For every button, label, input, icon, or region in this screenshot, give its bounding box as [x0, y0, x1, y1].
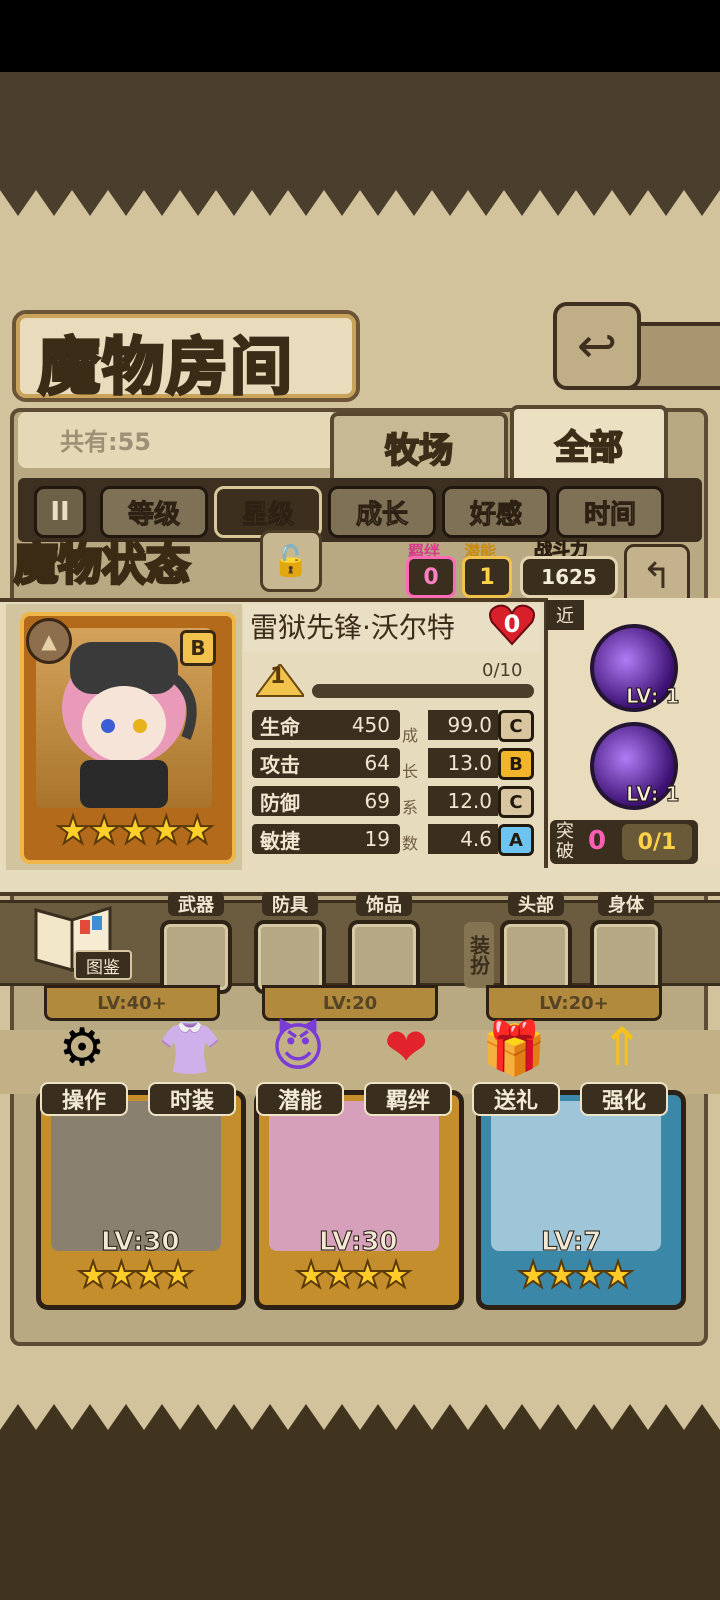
status-bar [0, 0, 720, 72]
stat-def-growth: 12.0 [428, 786, 498, 816]
return-arrow-icon: ↰ [641, 555, 673, 597]
costume-button[interactable]: 👚 时装 [148, 1014, 236, 1116]
tab-all[interactable]: 全部 [510, 405, 668, 479]
stat-atk-value: 64 [320, 748, 400, 778]
padlock-icon: 🔓 [272, 543, 310, 579]
stat-agi-grade: A [498, 824, 534, 856]
back-button-bar [628, 322, 720, 390]
stat-agi-growth: 4.6 [428, 824, 498, 854]
background-bottom [0, 1430, 720, 1600]
encyclopedia-label[interactable]: 图鉴 [74, 950, 132, 980]
range-tag: 近 [546, 600, 584, 630]
skill-2-level: LV: 1 [625, 782, 680, 807]
stat-agi-value: 19 [320, 824, 400, 854]
stat-def-grade: C [498, 786, 534, 818]
bond-label-btn: 羁绊 [364, 1082, 452, 1116]
monster-level: 1 [270, 664, 286, 689]
weapon-slot[interactable] [160, 920, 232, 994]
operate-label: 操作 [40, 1082, 128, 1116]
sort-time-button[interactable]: 时间 [556, 486, 664, 538]
armor-slot[interactable] [254, 920, 326, 994]
page-title: 魔物房间 [36, 329, 295, 405]
potential-label-btn: 潜能 [256, 1082, 344, 1116]
body-slot-label: 身体 [598, 892, 654, 916]
gear-icon: ⚙ [58, 1018, 106, 1078]
exp-text: 0/10 [482, 660, 523, 681]
stat-hp-label: 生命 [252, 710, 320, 740]
card-2-stars: ★★★★ [294, 1254, 413, 1297]
stat-atk-grade: B [498, 748, 534, 780]
stat-atk-label: 攻击 [252, 748, 320, 778]
demon-icon: 😈 [270, 1018, 326, 1078]
card-3-level: LV:7 [540, 1227, 602, 1258]
lock-button[interactable]: 🔓 [260, 530, 322, 592]
monster-count: 共有:55 [60, 428, 151, 456]
costume-label: 时装 [148, 1082, 236, 1116]
card-3-stars: ★★★★ [516, 1254, 635, 1297]
status-title: 魔物状态 [13, 538, 192, 592]
sort-growth-button[interactable]: 成长 [328, 486, 436, 538]
accessory-slot-label: 饰品 [356, 892, 412, 916]
bond-button[interactable]: ❤ 羁绊 [364, 1014, 452, 1116]
gift-icon: 🎁 [481, 1018, 547, 1079]
card-1-stars: ★★★★ [76, 1254, 195, 1297]
bond-value: 0 [406, 556, 456, 598]
potential-value: 1 [462, 556, 512, 598]
affection-value: 0 [503, 610, 521, 638]
stat-atk-growth: 13.0 [428, 748, 498, 778]
card-1-level: LV:30 [101, 1227, 181, 1258]
tab-ranch[interactable]: 牧场 [330, 412, 508, 478]
monster-card-2[interactable]: LV:30 ★★★★ [254, 1090, 464, 1310]
hearts-icon: ❤ [384, 1018, 428, 1078]
stat-hp-growth: 99.0 [428, 710, 498, 740]
growth-label-2: 长 [402, 762, 419, 781]
stat-hp-value: 450 [320, 710, 400, 740]
star-rating: ★★★★★ [55, 807, 215, 853]
gift-label: 送礼 [472, 1082, 560, 1116]
head-slot[interactable] [500, 920, 572, 994]
growth-label-4: 数 [402, 834, 419, 853]
return-arrow-icon: ↩ [576, 318, 618, 374]
torn-edge-top [0, 190, 720, 216]
breach-label: 突破 [556, 821, 574, 862]
costume-icon: 👚 [157, 1018, 223, 1079]
torn-edge-bottom [0, 1404, 720, 1430]
card-2-level: LV:30 [319, 1227, 399, 1258]
power-value: 1625 [520, 556, 618, 598]
body-slot[interactable] [590, 920, 662, 994]
exp-bar [312, 684, 534, 698]
growth-label-1: 成 [402, 726, 419, 745]
dress-up-label: 装扮 [464, 922, 494, 988]
enhance-label: 强化 [580, 1082, 668, 1116]
stat-def-label: 防御 [252, 786, 320, 816]
enhance-button[interactable]: ⇑ 强化 [580, 1014, 668, 1116]
monster-card-1[interactable]: LV:30 ★★★★ [36, 1090, 246, 1310]
skill-1-level: LV: 1 [625, 684, 680, 709]
rank-badge: B [180, 630, 216, 666]
accessory-slot[interactable] [348, 920, 420, 994]
stat-agi-label: 敏捷 [252, 824, 320, 854]
armor-slot-label: 防具 [262, 892, 318, 916]
operate-button[interactable]: ⚙ 操作 [40, 1014, 128, 1116]
gift-button[interactable]: 🎁 送礼 [472, 1014, 560, 1116]
type-mountain-icon: ▲ [26, 618, 72, 664]
head-slot-label: 头部 [508, 892, 564, 916]
back-button[interactable]: ↩ [553, 302, 641, 390]
growth-label-3: 系 [402, 798, 419, 817]
sort-affection-button[interactable]: 好感 [442, 486, 550, 538]
breach-value: 0 [588, 826, 607, 856]
monster-card-3[interactable]: LV:7 ★★★★ [476, 1090, 686, 1310]
upgrade-arrows-icon: ⇑ [600, 1018, 644, 1078]
weapon-slot-label: 武器 [168, 892, 224, 916]
stat-def-value: 69 [320, 786, 400, 816]
potential-button[interactable]: 😈 潜能 [256, 1014, 344, 1116]
breach-count: 0/1 [622, 824, 692, 860]
monster-name: 雷狱先锋·沃尔特 [250, 611, 455, 644]
stat-hp-grade: C [498, 710, 534, 742]
